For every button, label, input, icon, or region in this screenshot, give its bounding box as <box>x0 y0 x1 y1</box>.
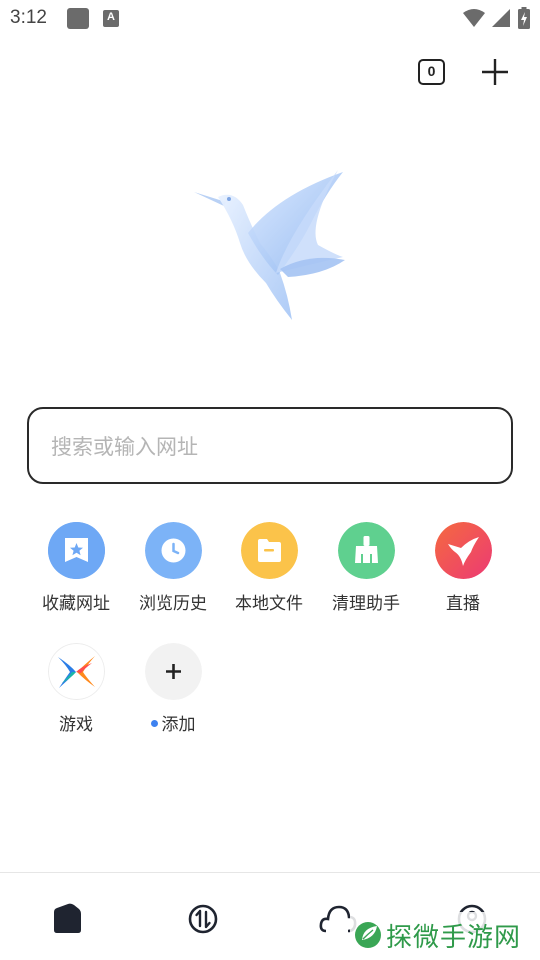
shortcut-label: 直播 <box>446 594 480 614</box>
bookmark-star-icon <box>48 522 105 579</box>
shortcut-label: 清理助手 <box>332 594 400 614</box>
wifi-icon <box>463 9 485 27</box>
shortcut-label: 本地文件 <box>235 594 303 614</box>
game-x-icon <box>48 643 105 700</box>
shortcut-label: 收藏网址 <box>42 594 110 614</box>
folder-icon <box>241 522 298 579</box>
plus-icon[interactable] <box>479 56 511 88</box>
font-app-icon: A <box>103 10 119 27</box>
new-indicator-dot <box>150 719 158 727</box>
shortcut-label: 添加 <box>161 715 196 735</box>
notification-square-icon <box>67 8 89 29</box>
home-icon[interactable] <box>47 899 87 939</box>
shortcut-label: 浏览历史 <box>139 594 207 614</box>
signal-icon <box>492 9 510 27</box>
tab-switcher-button[interactable]: 0 <box>418 59 445 85</box>
clock-icon <box>145 522 202 579</box>
shortcut-label-row: 添加 <box>128 710 218 735</box>
status-bar: 3:12 A <box>0 0 540 38</box>
font-app-icon-letter: A <box>107 11 115 23</box>
hummingbird-logo-icon <box>194 170 345 320</box>
watermark-text: 探微手游网 <box>386 923 522 953</box>
broom-icon <box>338 522 395 579</box>
watermark: 探微手游网 <box>350 912 540 958</box>
battery-charging-icon <box>518 7 530 29</box>
plus-icon <box>145 643 202 700</box>
search-box[interactable] <box>27 407 513 484</box>
shortcut-history[interactable]: 浏览历史 <box>128 522 218 622</box>
shortcut-add[interactable]: 添加 <box>128 643 218 743</box>
shortcut-label: 游戏 <box>59 715 93 735</box>
shortcut-local-files[interactable]: 本地文件 <box>224 522 314 622</box>
leaf-logo-icon <box>355 922 381 948</box>
bird-live-icon <box>435 522 492 579</box>
shortcut-games[interactable]: 游戏 <box>31 643 121 743</box>
sync-icon[interactable] <box>183 899 223 939</box>
shortcut-live[interactable]: 直播 <box>418 522 508 622</box>
search-input[interactable] <box>51 431 491 463</box>
shortcut-bookmarks[interactable]: 收藏网址 <box>31 522 121 622</box>
status-time: 3:12 <box>10 7 47 28</box>
shortcut-cleaner[interactable]: 清理助手 <box>321 522 411 622</box>
